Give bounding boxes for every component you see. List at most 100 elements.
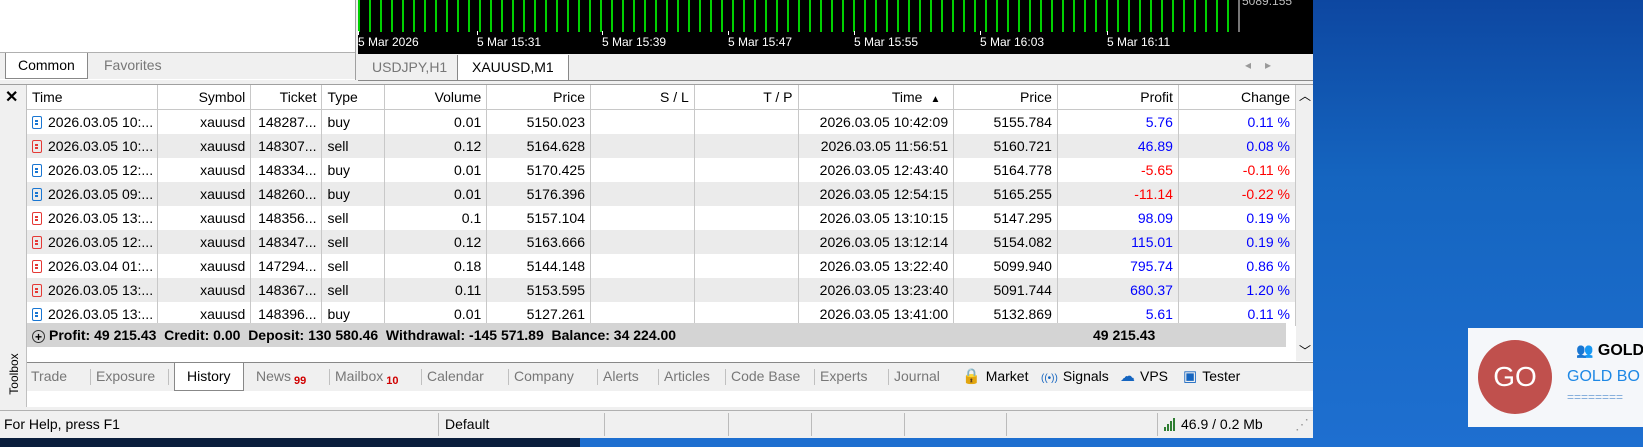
tab-calendar[interactable]: Calendar — [427, 363, 484, 389]
toolbar-signals-button[interactable]: ((•)) Signals — [1041, 363, 1109, 389]
cell-type-value: sell — [327, 258, 349, 274]
cell-close-time: 2026.03.05 13:12:14 — [798, 230, 955, 254]
tab-label: Alerts — [603, 368, 639, 384]
resize-grip-icon[interactable]: ⋰ — [1295, 411, 1309, 438]
price-chart[interactable]: 5089.155 5 Mar 2026 5 Mar 15:31 5 Mar 15… — [358, 0, 1313, 54]
close-icon[interactable]: ✕ — [5, 87, 18, 107]
column-header-close-time[interactable]: Time ▲ — [798, 85, 955, 110]
chevron-up-icon[interactable]: ︿ — [1299, 87, 1311, 104]
toolbox-sidebar: ✕ Toolbox — [0, 85, 27, 407]
navigator-tab-favorites[interactable]: Favorites — [92, 53, 174, 77]
cell-volume: 0.01 — [384, 158, 488, 182]
chart-price-scale-border — [1238, 0, 1240, 32]
table-row[interactable]: 2026.03.05 12:... xauusd 148347... sell 0.12… — [27, 230, 1297, 254]
column-header-volume[interactable]: Volume — [384, 85, 488, 110]
tab-alerts[interactable]: Alerts — [603, 363, 639, 389]
table-row[interactable]: 2026.03.05 13:... xauusd 148356... sell 0.1 5… — [27, 206, 1297, 230]
cell-ticket: 148367... — [250, 278, 323, 302]
toolbar-tester-button[interactable]: ▣ Tester — [1183, 363, 1240, 389]
tab-company[interactable]: Company — [514, 363, 574, 389]
table-row[interactable]: 2026.03.05 10:... xauusd 148287... buy 0.01 5… — [27, 109, 1297, 134]
cell-symbol: xauusd — [157, 134, 252, 158]
chevron-down-icon[interactable]: ﹀ — [1299, 342, 1311, 359]
tab-separator — [725, 369, 726, 385]
chart-time-label: 5 Mar 15:55 — [854, 35, 919, 49]
tab-news[interactable]: News 99 — [256, 363, 306, 389]
column-header-type[interactable]: Type — [321, 85, 385, 110]
cell-close-price-value: 5154.082 — [993, 234, 1052, 250]
tab-badge-count: 99 — [294, 375, 307, 387]
lock-bag-icon: 🔒 — [962, 368, 981, 385]
cell-sl — [590, 278, 695, 302]
table-row[interactable]: 2026.03.05 13:... xauusd 148367... sell 0.11… — [27, 278, 1297, 302]
table-row[interactable]: 2026.03.05 10:... xauusd 148307... sell 0.12… — [27, 134, 1297, 158]
tab-history[interactable]: History — [174, 363, 244, 391]
cell-type-value: buy — [327, 186, 351, 202]
cell-type: sell — [321, 254, 385, 278]
navigator-panel: Common Favorites — [0, 0, 356, 80]
notification-toast[interactable]: GO 👥 GOLD GOLD BO ======== — [1468, 328, 1643, 427]
cell-symbol: xauusd — [157, 278, 252, 302]
navigator-tab-common[interactable]: Common — [5, 53, 88, 79]
column-header-tp[interactable]: T / P — [694, 85, 799, 110]
tab-journal[interactable]: Journal — [894, 363, 940, 389]
summary-row[interactable]: + Profit: 49 215.43 Credit: 0.00 Deposit:… — [27, 323, 1286, 347]
chart-tab-xauusd[interactable]: XAUUSD,M1 — [457, 55, 569, 81]
toolbox-label: Toolbox — [7, 353, 21, 395]
expand-plus-icon[interactable]: + — [32, 330, 45, 343]
sort-ascending-icon: ▲ — [930, 94, 941, 105]
cell-open-time-value: 2026.03.05 13:... — [48, 210, 154, 226]
chart-bars — [358, 0, 1238, 32]
tab-trade[interactable]: Trade — [31, 363, 67, 389]
table-row[interactable]: 2026.03.04 01:... xauusd 147294... sell 0.18… — [27, 254, 1297, 278]
cell-open-time: 2026.03.05 12:... — [27, 230, 158, 254]
cell-type: sell — [321, 134, 385, 158]
toolbar-vps-button[interactable]: ☁ VPS — [1120, 363, 1168, 389]
cell-open-time: 2026.03.04 01:... — [27, 254, 158, 278]
column-header-change[interactable]: Change — [1178, 85, 1297, 110]
notification-link[interactable]: GOLD BO — [1567, 368, 1640, 386]
tab-label: Journal — [894, 368, 940, 384]
tab-experts[interactable]: Experts — [820, 363, 867, 389]
table-row[interactable]: 2026.03.05 09:... xauusd 148260... buy 0.01 5… — [27, 182, 1297, 206]
cell-type-value: buy — [327, 306, 351, 322]
cell-close-time: 2026.03.05 11:56:51 — [798, 134, 955, 158]
chart-tab-scroll-arrows[interactable]: ◂▸ — [1245, 58, 1285, 72]
cell-volume: 0.12 — [384, 230, 488, 254]
cell-sl — [590, 158, 695, 182]
cell-ticket-value: 148396... — [258, 306, 317, 322]
cell-volume-value: 0.01 — [454, 114, 482, 130]
cell-type: buy — [321, 158, 385, 182]
cell-type: sell — [321, 230, 385, 254]
tab-code-base[interactable]: Code Base — [731, 363, 800, 389]
column-header-profit[interactable]: Profit — [1057, 85, 1179, 110]
cell-change-value: 0.19 % — [1246, 210, 1290, 226]
status-profile[interactable]: Default — [445, 411, 489, 438]
column-header-open-time[interactable]: Time — [27, 85, 158, 110]
cell-close-time-value: 2026.03.05 13:10:15 — [819, 210, 949, 226]
avatar: GO — [1478, 340, 1552, 414]
vertical-scrollbar[interactable]: ︿ ﹀ — [1296, 85, 1313, 361]
tab-exposure[interactable]: Exposure — [96, 363, 155, 389]
tab-mailbox[interactable]: Mailbox 10 — [335, 363, 399, 389]
column-header-symbol[interactable]: Symbol — [157, 85, 252, 110]
tab-articles[interactable]: Articles — [664, 363, 710, 389]
cell-symbol-value: xauusd — [200, 210, 246, 226]
cell-change-value: 1.20 % — [1246, 282, 1290, 298]
status-connection[interactable]: 46.9 / 0.2 Mb — [1164, 411, 1263, 438]
cell-volume: 0.01 — [384, 182, 488, 206]
cell-open-time: 2026.03.05 10:... — [27, 109, 158, 134]
cell-close-price-value: 5155.784 — [993, 114, 1052, 130]
column-header-sl[interactable]: S / L — [590, 85, 695, 110]
column-header-ticket[interactable]: Ticket — [250, 85, 323, 110]
cell-close-price-value: 5147.295 — [993, 210, 1052, 226]
column-header-close-price[interactable]: Price — [953, 85, 1058, 110]
chart-tab-usdjpy[interactable]: USDJPY,H1 — [358, 55, 461, 79]
tab-label: Code Base — [731, 368, 801, 384]
table-row[interactable]: 2026.03.05 12:... xauusd 148334... buy 0.01 5… — [27, 158, 1297, 182]
cell-open-time: 2026.03.05 09:... — [27, 182, 158, 206]
tab-separator — [90, 369, 91, 385]
column-header-open-price[interactable]: Price — [486, 85, 592, 110]
cell-close-time-value: 2026.03.05 12:43:40 — [819, 162, 949, 178]
toolbar-market-button[interactable]: 🔒 Market — [962, 363, 1028, 389]
